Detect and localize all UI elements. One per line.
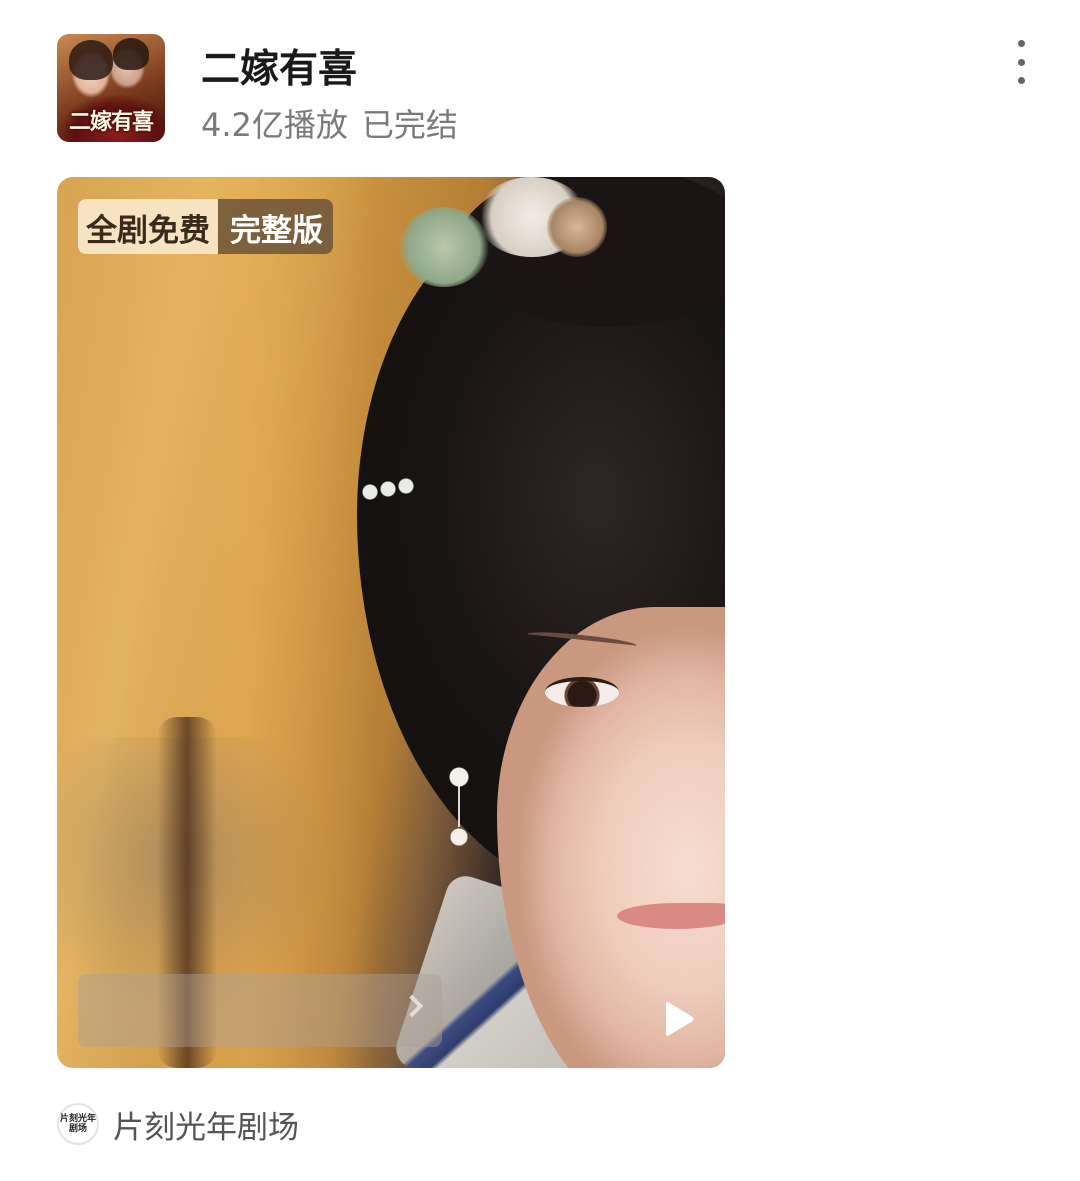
avatar-line-1: 片刻光年 bbox=[59, 1114, 96, 1124]
actress-earring bbox=[449, 767, 469, 847]
badge-free-label: 全剧免费 bbox=[78, 199, 218, 254]
drama-cover-thumbnail[interactable]: 二嫁有喜 bbox=[57, 34, 165, 142]
source-channel[interactable]: 片刻光年 剧场 片刻光年剧场 bbox=[57, 1102, 299, 1146]
drama-title[interactable]: 二嫁有喜 bbox=[201, 38, 357, 94]
drama-header: 二嫁有喜 二嫁有喜 4.2亿播放 已完结 bbox=[57, 34, 1037, 144]
play-count: 4.2亿播放 bbox=[201, 106, 348, 144]
completion-status: 已完结 bbox=[361, 106, 458, 144]
actress-lips bbox=[617, 903, 725, 929]
video-card[interactable]: 全剧免费 完整版 bbox=[57, 177, 725, 1068]
channel-name[interactable]: 片刻光年剧场 bbox=[113, 1102, 299, 1147]
cover-logo-text: 二嫁有喜 bbox=[68, 109, 154, 135]
feed-item: 二嫁有喜 二嫁有喜 4.2亿播放 已完结 全剧免费 完整版 片刻光年 剧场 片刻… bbox=[0, 0, 1080, 1181]
drama-meta: 4.2亿播放 已完结 bbox=[201, 100, 458, 146]
episode-link-bar[interactable] bbox=[78, 974, 442, 1047]
cover-figure-left bbox=[69, 40, 113, 80]
avatar-line-2: 剧场 bbox=[68, 1124, 87, 1134]
channel-avatar[interactable]: 片刻光年 剧场 bbox=[57, 1103, 99, 1145]
hair-pearls bbox=[362, 477, 422, 507]
badge-full-version-label: 完整版 bbox=[218, 199, 333, 254]
hair-ornament-green bbox=[399, 207, 489, 287]
free-full-version-badge: 全剧免费 完整版 bbox=[78, 199, 333, 254]
more-dot bbox=[1017, 58, 1025, 66]
more-dot bbox=[1017, 77, 1025, 84]
hair-ornament-gold bbox=[547, 197, 607, 257]
more-dot bbox=[1017, 40, 1025, 47]
cover-figure-right bbox=[113, 38, 149, 70]
actress-eye bbox=[545, 677, 619, 707]
chevron-right-icon bbox=[400, 994, 424, 1018]
play-icon-svg bbox=[666, 1002, 694, 1036]
play-icon[interactable] bbox=[657, 999, 697, 1039]
more-vertical-icon[interactable] bbox=[1007, 40, 1035, 84]
